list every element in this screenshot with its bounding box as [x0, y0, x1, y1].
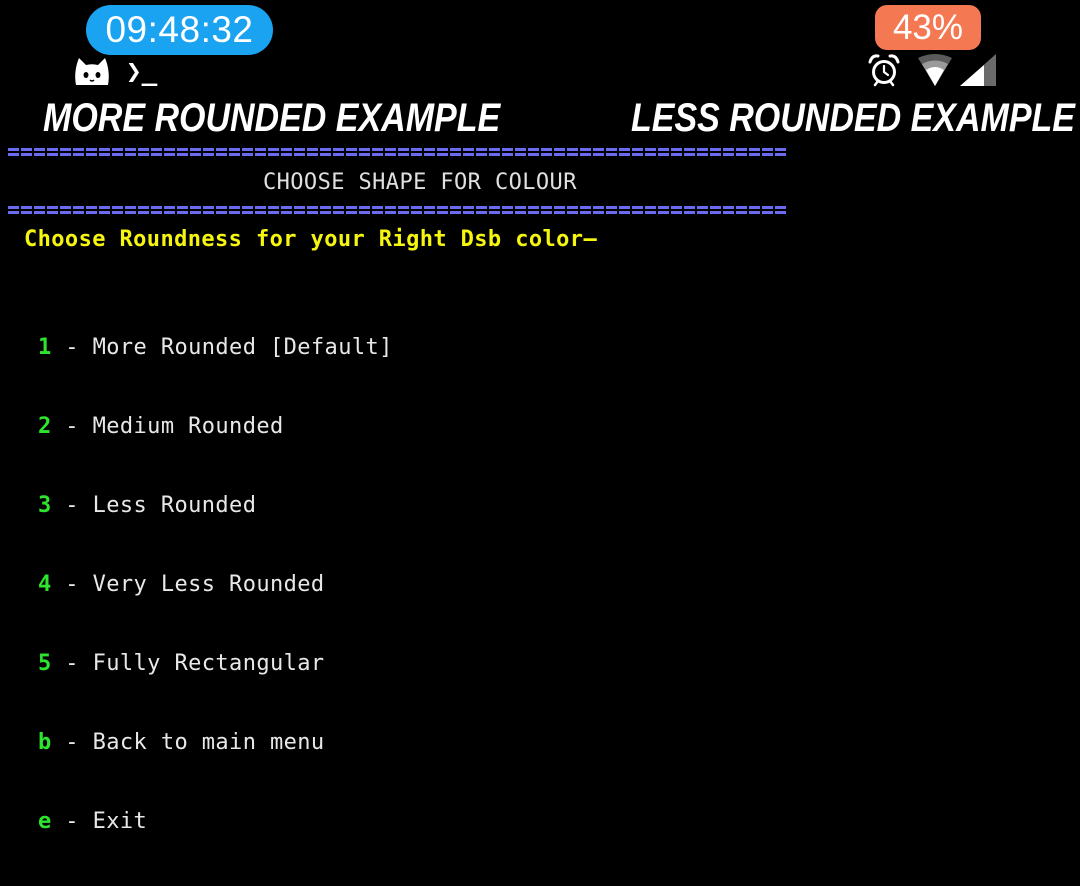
option-key: e [38, 809, 52, 834]
clock-time: 09:48:32 [86, 5, 273, 55]
option-label: Less Rounded [92, 493, 257, 518]
option-key: b [38, 730, 52, 755]
option-label: Fully Rectangular [92, 651, 325, 676]
option-key: 3 [38, 493, 52, 518]
alarm-clock-icon [868, 54, 900, 87]
cat-icon [75, 58, 109, 85]
menu-title: CHOOSE SHAPE FOR COLOUR [263, 170, 577, 195]
more-rounded-example-heading: MORE ROUNDED EXAMPLE [43, 96, 501, 140]
option-label: Back to main menu [92, 730, 325, 755]
option-label: Medium Rounded [92, 414, 284, 439]
option-key: 5 [38, 651, 52, 676]
menu-option-back[interactable]: b - Back to main menu [38, 728, 393, 757]
battery-percentage: 43% [875, 5, 981, 50]
separator-line [8, 205, 788, 215]
menu-option-less-rounded[interactable]: 3 - Less Rounded [38, 491, 393, 520]
menu-option-medium-rounded[interactable]: 2 - Medium Rounded [38, 412, 393, 441]
menu-option-very-less-rounded[interactable]: 4 - Very Less Rounded [38, 570, 393, 599]
option-label: Very Less Rounded [92, 572, 325, 597]
roundness-question: Choose Roundness for your Right Dsb colo… [24, 227, 598, 252]
terminal-prompt-icon: ❯_ [126, 57, 158, 87]
separator-line [8, 147, 788, 157]
menu-option-exit[interactable]: e - Exit [38, 807, 393, 836]
wifi-icon [918, 54, 952, 86]
menu-option-more-rounded[interactable]: 1 - More Rounded [Default] [38, 333, 393, 362]
menu-options: 1 - More Rounded [Default] 2 - Medium Ro… [38, 283, 393, 886]
option-key: 2 [38, 414, 52, 439]
terminal-output: CHOOSE SHAPE FOR COLOUR Choose Roundness… [0, 141, 800, 834]
option-key: 1 [38, 335, 52, 360]
option-label: More Rounded [Default] [92, 335, 393, 360]
menu-option-fully-rectangular[interactable]: 5 - Fully Rectangular [38, 649, 393, 678]
less-rounded-example-heading: LESS ROUNDED EXAMPLE [631, 96, 1075, 140]
cellular-signal-icon [960, 54, 996, 86]
option-key: 4 [38, 572, 52, 597]
option-label: Exit [92, 809, 148, 834]
